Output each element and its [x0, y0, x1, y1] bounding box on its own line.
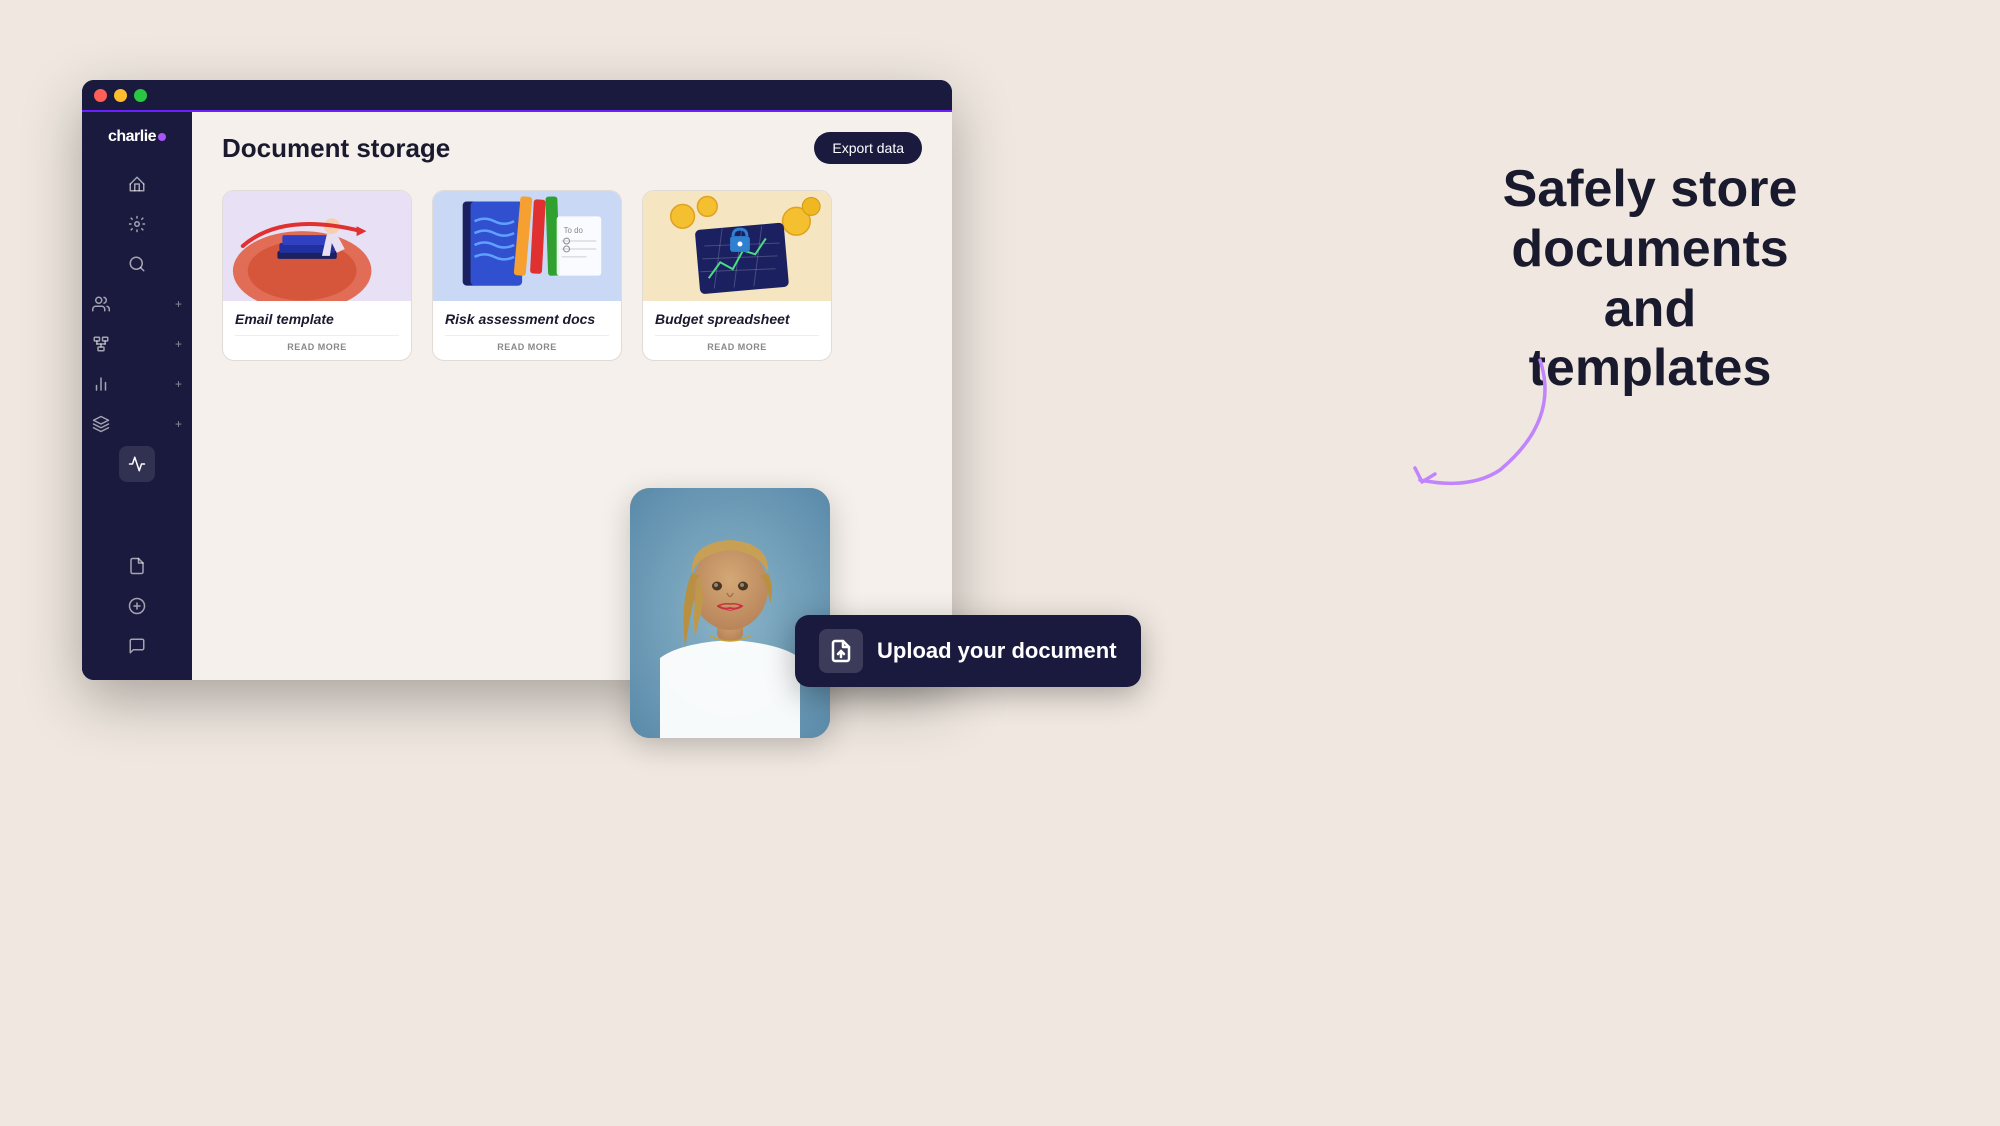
budget-spreadsheet-title: Budget spreadsheet [655, 311, 819, 327]
charts-plus-icon: + [175, 377, 182, 391]
roles-plus-icon: + [175, 417, 182, 431]
sidebar-item-analytics[interactable] [119, 446, 155, 482]
risk-assessment-body: Risk assessment docs READ MORE [433, 301, 621, 360]
export-button[interactable]: Export data [814, 132, 922, 164]
logo[interactable]: charlie [108, 128, 166, 146]
arrow-decoration [1360, 340, 1580, 505]
sidebar-bottom [119, 548, 155, 664]
upload-icon [819, 629, 863, 673]
sidebar-item-documents[interactable] [119, 548, 155, 584]
svg-text:To do: To do [564, 226, 584, 235]
email-template-title: Email template [235, 311, 399, 327]
sidebar-item-settings[interactable] [119, 206, 155, 242]
budget-spreadsheet-read-more[interactable]: READ MORE [655, 335, 819, 352]
logo-dot [158, 133, 166, 141]
main-content: Document storage Export data [192, 112, 952, 680]
org-plus-icon: + [175, 337, 182, 351]
sidebar-item-roles[interactable]: + [82, 406, 192, 442]
browser-titlebar [82, 80, 952, 112]
budget-spreadsheet-card[interactable]: Budget spreadsheet READ MORE [642, 190, 832, 361]
sidebar-item-rocket[interactable] [119, 588, 155, 624]
risk-assessment-card[interactable]: To do Risk assessment docs READ MORE [432, 190, 622, 361]
email-template-read-more[interactable]: READ MORE [235, 335, 399, 352]
budget-spreadsheet-image [643, 191, 831, 301]
sidebar-item-chat[interactable] [119, 628, 155, 664]
upload-label: Upload your document [877, 638, 1117, 664]
risk-assessment-read-more[interactable]: READ MORE [445, 335, 609, 352]
budget-spreadsheet-body: Budget spreadsheet READ MORE [643, 301, 831, 360]
people-plus-icon: + [175, 297, 182, 311]
risk-assessment-image: To do [433, 191, 621, 301]
email-template-image [223, 191, 411, 301]
sidebar-item-people[interactable]: + [82, 286, 192, 322]
sidebar-item-home[interactable] [119, 166, 155, 202]
close-button[interactable] [94, 89, 107, 102]
email-template-body: Email template READ MORE [223, 301, 411, 360]
sidebar-item-charts[interactable]: + [82, 366, 192, 402]
page-header: Document storage Export data [192, 112, 952, 180]
person-photo [630, 488, 830, 738]
upload-button[interactable]: Upload your document [795, 615, 1141, 687]
maximize-button[interactable] [134, 89, 147, 102]
risk-assessment-title: Risk assessment docs [445, 311, 609, 327]
logo-text: charlie [108, 128, 156, 146]
minimize-button[interactable] [114, 89, 127, 102]
sidebar-item-search[interactable] [119, 246, 155, 282]
page-title: Document storage [222, 133, 450, 164]
cards-area: Email template READ MORE [192, 180, 952, 371]
email-template-card[interactable]: Email template READ MORE [222, 190, 412, 361]
sidebar: charlie + + [82, 112, 192, 680]
person-card [630, 488, 830, 738]
sidebar-item-org[interactable]: + [82, 326, 192, 362]
